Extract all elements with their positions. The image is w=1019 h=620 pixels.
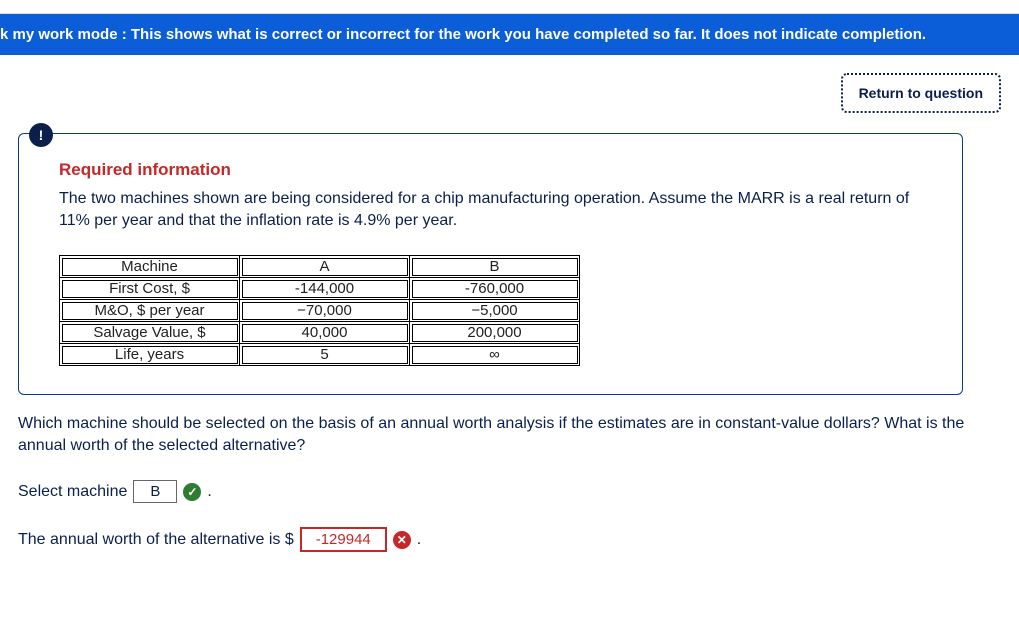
alert-icon: !	[29, 123, 53, 147]
required-body: The two machines shown are being conside…	[59, 188, 938, 231]
cell-a: 5	[240, 344, 410, 366]
cell-b: 200,000	[410, 322, 580, 344]
cell-a: A	[240, 256, 410, 278]
required-heading: Required information	[59, 160, 938, 180]
return-to-question-button[interactable]: Return to question	[841, 73, 1001, 113]
cell-label: First Cost, $	[60, 278, 240, 300]
cell-label: M&O, $ per year	[60, 300, 240, 322]
toolbar: Return to question	[0, 55, 1019, 121]
table-row: First Cost, $ -144,000 -760,000	[60, 278, 580, 300]
select-machine-row: Select machine B ✓ .	[18, 480, 1001, 503]
table-row: Salvage Value, $ 40,000 200,000	[60, 322, 580, 344]
select-machine-input[interactable]: B	[133, 480, 177, 503]
cell-a: -144,000	[240, 278, 410, 300]
cell-a: −70,000	[240, 300, 410, 322]
machine-table: Machine A B First Cost, $ -144,000 -760,…	[59, 255, 580, 366]
mode-banner: k my work mode : This shows what is corr…	[0, 14, 1019, 55]
top-divider	[0, 0, 1019, 14]
period: .	[417, 531, 421, 549]
cell-label: Salvage Value, $	[60, 322, 240, 344]
table-row: M&O, $ per year −70,000 −5,000	[60, 300, 580, 322]
table-row: Machine A B	[60, 256, 580, 278]
table-row: Life, years 5 ∞	[60, 344, 580, 366]
cell-a: 40,000	[240, 322, 410, 344]
cell-label: Machine	[60, 256, 240, 278]
annual-worth-input[interactable]: -129944	[300, 527, 387, 552]
select-machine-label: Select machine	[18, 483, 127, 501]
cell-b: −5,000	[410, 300, 580, 322]
cell-b: -760,000	[410, 278, 580, 300]
mode-banner-text: k my work mode : This shows what is corr…	[0, 26, 926, 43]
cell-b: B	[410, 256, 580, 278]
period: .	[207, 483, 211, 501]
annual-worth-row: The annual worth of the alternative is $…	[18, 527, 1001, 552]
required-info-card: ! Required information The two machines …	[18, 133, 963, 395]
cell-b: ∞	[410, 344, 580, 366]
cross-icon: ✕	[393, 531, 411, 549]
question-text: Which machine should be selected on the …	[18, 413, 1001, 456]
check-icon: ✓	[183, 483, 201, 501]
cell-label: Life, years	[60, 344, 240, 366]
annual-worth-label: The annual worth of the alternative is $	[18, 531, 294, 549]
